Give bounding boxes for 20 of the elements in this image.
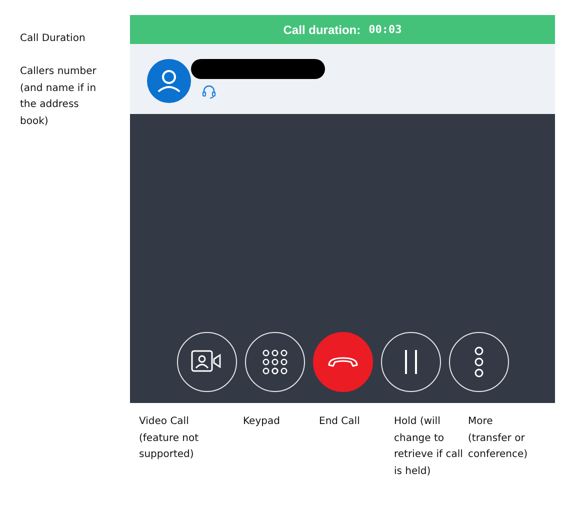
- video-camera-icon: [191, 350, 223, 374]
- annotation-text: Call Duration: [20, 32, 86, 46]
- hang-up-icon: [327, 355, 359, 369]
- button-caption: More (transfer or conference): [468, 415, 529, 462]
- annotation-text: Callers number (and name if in the address book): [20, 65, 98, 128]
- more-button[interactable]: [449, 332, 509, 392]
- hold-button[interactable]: [381, 332, 441, 392]
- keypad-icon: [262, 349, 288, 375]
- call-duration-timer: 00:03: [368, 23, 402, 36]
- avatar-icon: [147, 59, 191, 103]
- call-duration-label: Call duration:: [283, 22, 361, 36]
- pause-icon: [404, 349, 418, 375]
- keypad-button[interactable]: [245, 332, 305, 392]
- video-call-button[interactable]: [177, 332, 237, 392]
- button-caption: End Call: [319, 415, 361, 429]
- button-caption: Video Call (feature not supported): [139, 415, 200, 462]
- more-icon: [473, 346, 485, 378]
- button-caption: Hold (will change to retrieve if call is held): [394, 415, 464, 478]
- button-caption: Keypad: [243, 415, 281, 429]
- headset-icon: [201, 83, 217, 99]
